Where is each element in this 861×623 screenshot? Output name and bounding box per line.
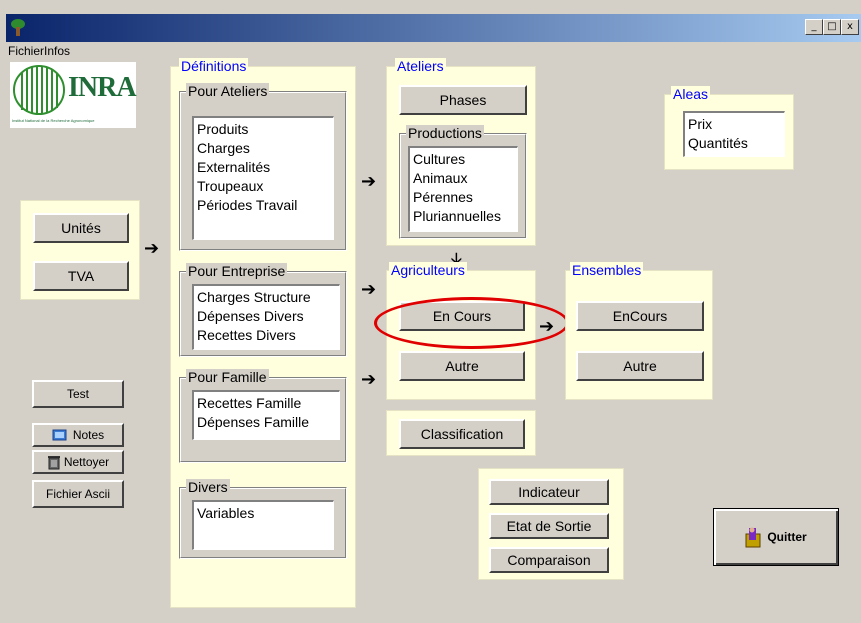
tree-app-icon: [11, 19, 25, 36]
list-item[interactable]: Dépenses Famille: [197, 413, 336, 432]
list-item[interactable]: Pluriannuelles: [413, 207, 514, 226]
ensembles-panel: Ensembles EnCours Autre: [565, 262, 713, 400]
quitter-button[interactable]: Quitter: [713, 508, 839, 566]
arrow-right-icon: ➔: [361, 279, 377, 300]
pour-entreprise-group: Pour Entreprise Charges Structure Dépens…: [179, 263, 347, 357]
test-button[interactable]: Test: [32, 380, 124, 408]
pour-ateliers-group: Pour Ateliers Produits Charges Externali…: [179, 83, 347, 251]
notes-button[interactable]: Notes: [32, 423, 124, 447]
indicateur-button[interactable]: Indicateur: [489, 479, 609, 505]
list-item[interactable]: Quantités: [688, 134, 781, 153]
quitter-label: Quitter: [767, 530, 807, 544]
tva-button[interactable]: TVA: [33, 261, 129, 291]
arrow-right-icon: ➔: [144, 238, 160, 259]
minimize-button[interactable]: _: [805, 19, 823, 35]
phases-button[interactable]: Phases: [399, 85, 527, 115]
notes-label: Notes: [72, 428, 105, 442]
arrow-right-icon: ➔: [539, 316, 555, 337]
close-button[interactable]: x: [841, 19, 859, 35]
definitions-title: Définitions: [179, 58, 249, 74]
aleas-list: Prix Quantités: [683, 111, 785, 157]
title-bar: _ □ x: [6, 14, 861, 42]
fichier-ascii-button[interactable]: Fichier Ascii: [32, 480, 124, 508]
menu-fichier[interactable]: Fichier: [8, 44, 44, 58]
pour-famille-list: Recettes Famille Dépenses Famille: [192, 390, 340, 440]
inra-logo-text: INRA: [68, 72, 137, 103]
divers-list: Variables: [192, 500, 334, 550]
inra-wheat-logo-icon: [13, 65, 65, 115]
agriculteurs-panel: Agriculteurs En Cours Autre: [386, 262, 536, 400]
list-item[interactable]: Pérennes: [413, 188, 514, 207]
ateliers-title: Ateliers: [395, 58, 446, 74]
pour-ateliers-list: Produits Charges Externalités Troupeaux …: [192, 116, 334, 240]
definitions-panel: Définitions Pour Ateliers Produits Charg…: [170, 58, 356, 608]
productions-group: Productions Cultures Animaux Pérennes Pl…: [399, 125, 527, 239]
list-item[interactable]: Prix: [688, 115, 781, 134]
maximize-button[interactable]: □: [823, 19, 841, 35]
menu-infos[interactable]: Infos: [44, 44, 70, 58]
inra-logo: INRA Institut National de la Recherche A…: [10, 62, 137, 128]
classification-button[interactable]: Classification: [399, 419, 525, 449]
pour-entreprise-title: Pour Entreprise: [186, 263, 288, 279]
pour-famille-group: Pour Famille Recettes Famille Dépenses F…: [179, 369, 347, 463]
classification-panel: Classification: [386, 410, 536, 456]
list-item[interactable]: Charges: [197, 139, 330, 158]
list-item[interactable]: Recettes Famille: [197, 394, 336, 413]
nettoyer-button[interactable]: Nettoyer: [32, 450, 124, 474]
list-item[interactable]: Externalités: [197, 158, 330, 177]
aleas-title: Aleas: [671, 86, 711, 102]
unites-button[interactable]: Unités: [33, 213, 129, 243]
etat-de-sortie-button[interactable]: Etat de Sortie: [489, 513, 609, 539]
ensembles-encours-button[interactable]: EnCours: [576, 301, 704, 331]
aleas-panel: Aleas Prix Quantités: [664, 86, 794, 170]
list-item[interactable]: Recettes Divers: [197, 326, 336, 345]
pour-entreprise-list: Charges Structure Dépenses Divers Recett…: [192, 284, 340, 350]
exit-door-icon: [745, 527, 761, 548]
list-item[interactable]: Périodes Travail: [197, 196, 330, 215]
productions-title: Productions: [406, 125, 484, 141]
inra-logo-caption: Institut National de la Recherche Agrono…: [12, 118, 95, 123]
arrow-right-icon: ➔: [361, 171, 377, 192]
trash-can-icon: [47, 456, 60, 470]
list-item[interactable]: Animaux: [413, 169, 514, 188]
comparaison-button[interactable]: Comparaison: [489, 547, 609, 573]
list-item[interactable]: Dépenses Divers: [197, 307, 336, 326]
productions-list: Cultures Animaux Pérennes Pluriannuelles: [408, 146, 518, 232]
outputs-panel: Indicateur Etat de Sortie Comparaison: [478, 468, 624, 580]
ensembles-autre-button[interactable]: Autre: [576, 351, 704, 381]
ensembles-title: Ensembles: [570, 262, 644, 278]
arrow-right-icon: ➔: [361, 369, 377, 390]
list-item[interactable]: Variables: [197, 504, 330, 523]
list-item[interactable]: Produits: [197, 120, 330, 139]
ateliers-panel: Ateliers Phases Productions Cultures Ani…: [386, 58, 536, 246]
list-item[interactable]: Charges Structure: [197, 288, 336, 307]
agriculteurs-en-cours-button[interactable]: En Cours: [399, 301, 525, 331]
nettoyer-label: Nettoyer: [63, 455, 110, 469]
app-window: _ □ x Fichier Infos INRA Institut Nation…: [0, 0, 861, 623]
agriculteurs-autre-button[interactable]: Autre: [399, 351, 525, 381]
pour-famille-title: Pour Famille: [186, 369, 269, 385]
list-item[interactable]: Troupeaux: [197, 177, 330, 196]
window-controls: _ □ x: [805, 19, 859, 35]
left-panel: Unités TVA: [20, 200, 140, 300]
divers-title: Divers: [186, 479, 230, 495]
agriculteurs-title: Agriculteurs: [389, 262, 467, 278]
list-item[interactable]: Cultures: [413, 150, 514, 169]
pour-ateliers-title: Pour Ateliers: [186, 83, 270, 99]
notes-icon: [52, 429, 67, 441]
divers-group: Divers Variables: [179, 479, 347, 559]
